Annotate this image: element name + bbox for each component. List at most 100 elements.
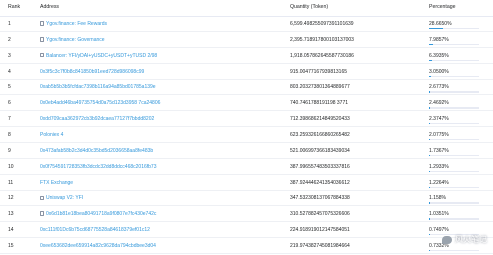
contract-icon bbox=[40, 37, 44, 42]
rank-cell: 12 bbox=[8, 195, 14, 202]
rank-cell: 5 bbox=[8, 84, 11, 91]
rank-cell: 2 bbox=[8, 36, 11, 43]
percentage-bar bbox=[429, 59, 479, 62]
quantity-cell: 347.532308137067884338 bbox=[290, 195, 350, 202]
rank-cell: 7 bbox=[8, 116, 11, 123]
contract-icon bbox=[40, 52, 44, 58]
address-link[interactable]: Uniswap V2: YFI bbox=[40, 195, 83, 201]
quantity-cell: 387.996557483503337816 bbox=[290, 163, 350, 170]
percentage-bar-fill bbox=[429, 123, 431, 125]
address-text: FTX Exchange bbox=[40, 179, 74, 186]
quantity-cell: 521.006997366183439034 bbox=[290, 147, 350, 154]
address-text: Poloniex 4 bbox=[40, 131, 64, 138]
percentage-bar-fill bbox=[429, 138, 431, 141]
header-quantity: Quantity (Token) bbox=[290, 4, 329, 10]
address-text: 0xab5b5b3b5fcfdac7398b116a94a85bd01785a1… bbox=[40, 84, 156, 91]
percentage-bar-fill bbox=[429, 59, 433, 62]
rank-cell: 10 bbox=[8, 163, 14, 170]
address-link[interactable]: Ygov.finance: Fee Rewards bbox=[40, 21, 107, 27]
percentage-bar bbox=[429, 249, 479, 252]
percentage-bar bbox=[429, 154, 479, 157]
quantity-cell: 803.203273801364889677 bbox=[290, 84, 350, 91]
quantity-cell: 387.924446241354036612 bbox=[290, 179, 350, 186]
rank-cell: 4 bbox=[8, 68, 11, 75]
address-link[interactable]: 0xdd709caa362972cb3b92dcaea77127f7bbdd82… bbox=[40, 116, 154, 122]
percentage-bar bbox=[429, 43, 479, 46]
rank-cell: 13 bbox=[8, 211, 14, 218]
quantity-cell: 740.7461788191198 3771 bbox=[290, 100, 349, 107]
quantity-cell: 310.527882457075326606 bbox=[290, 211, 350, 218]
table-row: 7 0xdd709caa362972cb3b92dcaea77127f7bbdd8… bbox=[0, 112, 493, 128]
address-text: Uniswap V2: YFI bbox=[46, 195, 84, 202]
address-link[interactable]: Ygov.finance: Governance bbox=[40, 37, 105, 43]
rank-cell: 15 bbox=[8, 242, 14, 249]
percentage-cell: 1.158% bbox=[429, 195, 446, 202]
percentage-bar bbox=[429, 107, 479, 109]
percentage-bar-fill bbox=[429, 154, 430, 157]
quantity-cell: 6,599.498255097391101639 bbox=[290, 21, 354, 27]
address-link[interactable]: Balancer: YFI/yDAI+yUSDC+yUSDT+yTUSD 2/9… bbox=[40, 53, 157, 59]
contract-icon bbox=[40, 211, 44, 216]
contract-icon bbox=[40, 195, 44, 201]
quantity-cell: 623.259326166860265482 bbox=[290, 131, 350, 138]
percentage-bar-fill bbox=[429, 202, 430, 204]
percentage-bar-fill bbox=[429, 170, 430, 173]
address-link[interactable]: 0x0f754591728353fb3dcdc32dd8ddcc468c2016… bbox=[40, 164, 157, 170]
header-percentage: Percentage bbox=[429, 4, 456, 10]
address-link[interactable]: 0xab5b5b3b5fcfdac7398b116a94a85bd01785a1… bbox=[40, 84, 156, 90]
percentage-cell: 2.4692% bbox=[429, 100, 449, 107]
percentage-bar bbox=[429, 202, 479, 204]
quantity-cell: 224.918919012147584051 bbox=[290, 227, 350, 234]
percentage-bar-fill bbox=[429, 43, 433, 46]
token-holders-table: Rank Address Quantity (Token) Percentage… bbox=[0, 0, 493, 255]
quantity-cell: 915.00477167939813165 bbox=[290, 68, 348, 75]
address-text: 0x0eb4add46ba49735754d0a75d123d3958 7ca2… bbox=[40, 100, 161, 107]
table-row: 3 Balancer: YFI/yDAI+yUSDC+yUSDT+yTUSD 2/… bbox=[0, 49, 493, 64]
percentage-bar-fill bbox=[429, 218, 430, 220]
address-link[interactable]: FTX Exchange bbox=[40, 180, 73, 186]
address-link[interactable]: 0xc111f01Dc6b75cd68775528a84618379ef01c1… bbox=[40, 227, 150, 233]
table-row: 13 0x6d1b81e18bea80491718a9f0807e7fc430e7… bbox=[0, 207, 493, 223]
table-row: 1 Ygov.finance: Fee Rewards 6,599.49825509… bbox=[0, 17, 493, 32]
percentage-cell: 1.0351% bbox=[429, 211, 449, 218]
table-row: 12 Uniswap V2: YFI 347.532308137067884338 1… bbox=[0, 191, 493, 207]
address-link[interactable]: 0x3f5c3c7f0b8c841850b91eed728d986098c99 bbox=[40, 69, 144, 75]
percentage-bar bbox=[429, 28, 479, 30]
percentage-bar bbox=[429, 138, 479, 141]
address-text: 0x6d1b81e18bea80491718a9f0807e7fc430e742… bbox=[46, 211, 157, 218]
table-row: 15 0xee653682dee659914a82c9628da794cbdbee… bbox=[0, 239, 493, 254]
rank-cell: 14 bbox=[8, 227, 14, 234]
address-link[interactable]: 0x0eb4add46ba49735754d0a75d123d3958 7ca2… bbox=[40, 100, 160, 106]
percentage-bar bbox=[429, 218, 479, 220]
rank-cell: 11 bbox=[8, 179, 14, 186]
percentage-cell: 1.2933% bbox=[429, 163, 449, 170]
rank-cell: 8 bbox=[8, 131, 11, 138]
header-address: Address bbox=[40, 4, 60, 10]
rank-cell: 6 bbox=[8, 100, 11, 107]
percentage-cell: 2.6773% bbox=[429, 84, 449, 91]
percentage-bar-fill bbox=[429, 186, 430, 188]
table-row: 11 FTX Exchange 387.924446241354036612 1.22… bbox=[0, 176, 493, 191]
header-rank: Rank bbox=[8, 4, 21, 10]
address-link[interactable]: 0xee653682dee659914a82c9628da794cbdbee3d… bbox=[40, 243, 156, 249]
quantity-cell: 1,918.057862645587730186 bbox=[290, 52, 354, 59]
table-row: 6 0x0eb4add46ba49735754d0a75d123d3958 7ca… bbox=[0, 96, 493, 112]
percentage-cell: 0.7497% bbox=[429, 227, 449, 234]
watermark: 风火笔记 bbox=[442, 234, 487, 245]
percentage-bar bbox=[429, 186, 479, 188]
address-text: 0xc111f01Dc6b75cd68775528a84618379ef01c1… bbox=[40, 227, 150, 234]
table-row: 2 Ygov.finance: Governance 2,395.718917800… bbox=[0, 33, 493, 48]
percentage-bar bbox=[429, 91, 479, 93]
percentage-bar bbox=[429, 75, 479, 77]
percentage-cell: 3.0500% bbox=[429, 68, 449, 75]
percentage-cell: 2.3747% bbox=[429, 116, 449, 123]
quantity-cell: 2,395.718917800103137003 bbox=[290, 36, 354, 43]
address-link[interactable]: 0x473afab58b2c3d4d0c35bd5d2036658aa8fe48… bbox=[40, 148, 153, 154]
wechat-icon bbox=[442, 235, 452, 244]
address-link[interactable]: Poloniex 4 bbox=[40, 132, 63, 138]
address-link[interactable]: 0x6d1b81e18bea80491718a9f0807e7fc430e742… bbox=[40, 211, 156, 217]
address-text: Ygov.finance: Fee Rewards bbox=[46, 21, 108, 27]
table-header: Rank Address Quantity (Token) Percentage bbox=[0, 0, 493, 17]
rank-cell: 9 bbox=[8, 147, 11, 154]
percentage-cell: 1.2264% bbox=[429, 179, 449, 186]
